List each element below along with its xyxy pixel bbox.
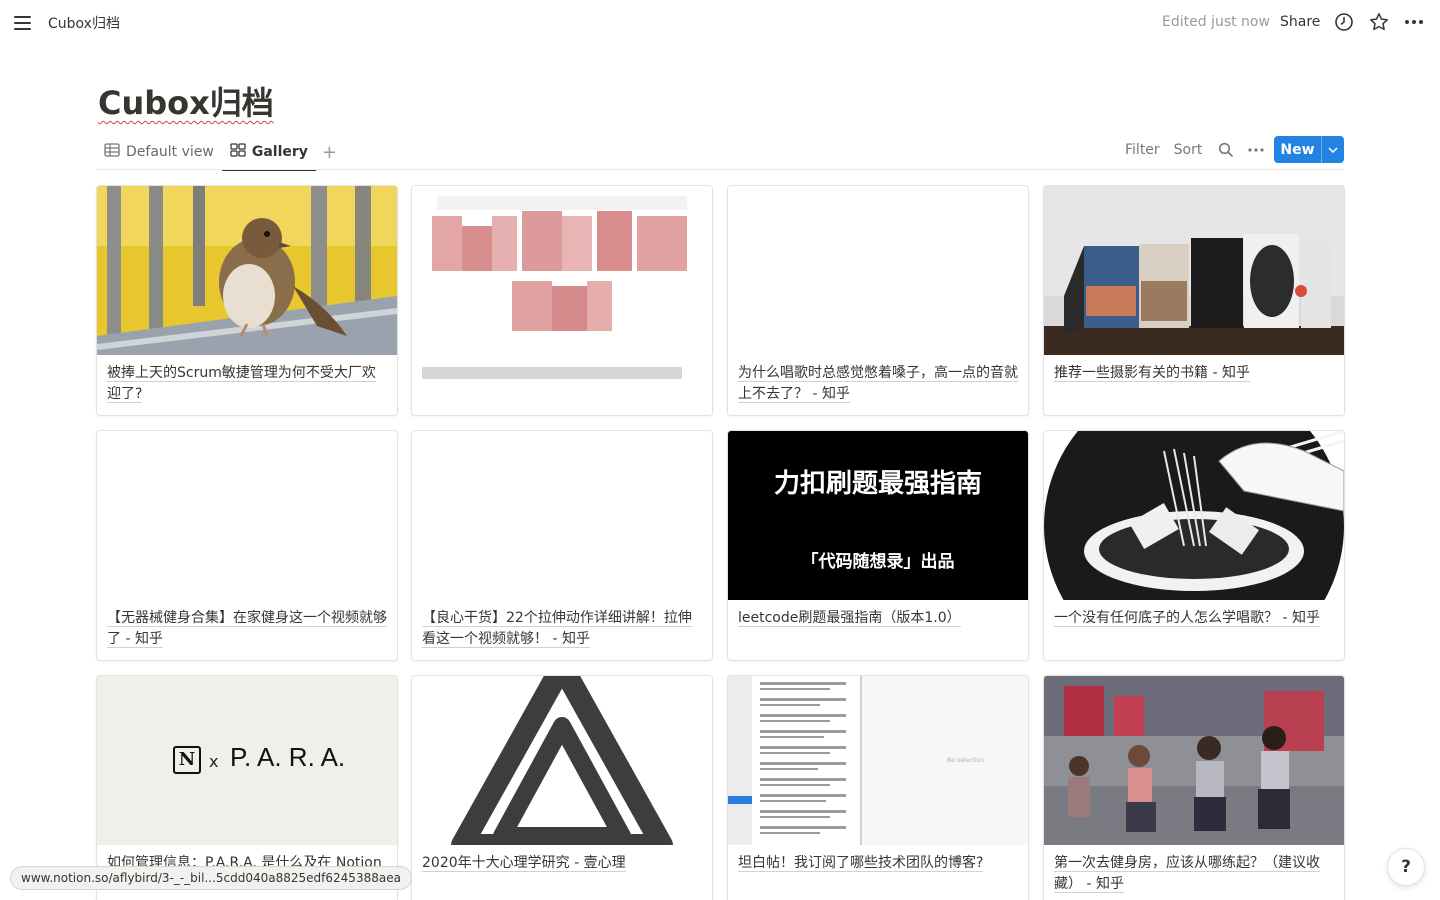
- history-clock-icon[interactable]: [1333, 11, 1355, 33]
- cover-para-text: P. A. R. A.: [230, 742, 346, 772]
- card-title: 一个没有任何底子的人怎么学唱歌？ - 知乎: [1054, 610, 1320, 627]
- gallery-card[interactable]: [411, 185, 713, 416]
- card-title: 【无器械健身合集】在家健身这一个视频就够了 - 知乎: [107, 610, 387, 648]
- gallery-card[interactable]: 为什么唱歌时总感觉憋着嗓子，高一点的音就上不去了？ - 知乎: [727, 185, 1029, 416]
- card-cover-blank: [412, 431, 712, 600]
- card-cover-image: 力扣刷题最强指南 「代码随想录」出品: [728, 431, 1028, 600]
- card-title: 坦白帖！我订阅了哪些技术团队的博客?: [738, 855, 984, 872]
- card-title: 【良心干货】22个拉伸动作详细讲解！拉伸看这一个视频就够！ - 知乎: [422, 610, 692, 648]
- card-title: 推荐一些摄影有关的书籍 - 知乎: [1054, 365, 1250, 382]
- card-cover-blank: [97, 431, 397, 600]
- add-view-button[interactable]: +: [322, 142, 337, 163]
- link-preview-url: www.notion.so/aflybird/3-_-_bil...5cdd04…: [10, 866, 412, 890]
- blurred-title-placeholder: [422, 367, 682, 379]
- card-cover-image: N x P. A. R. A.: [97, 676, 397, 845]
- favorite-star-icon[interactable]: [1368, 11, 1390, 33]
- gallery-card[interactable]: 力扣刷题最强指南 「代码随想录」出品 leetcode刷题最强指南（版本1.0）: [727, 430, 1029, 661]
- search-icon[interactable]: [1216, 140, 1236, 160]
- notion-logo-icon: N: [173, 746, 201, 774]
- gallery-card[interactable]: 推荐一些摄影有关的书籍 - 知乎: [1043, 185, 1345, 416]
- card-cover-image: [1044, 186, 1344, 355]
- gallery-card[interactable]: 被捧上天的Scrum敏捷管理为何不受大厂欢迎了?: [96, 185, 398, 416]
- card-cover-image: [97, 186, 397, 355]
- tab-gallery-label: Gallery: [251, 144, 308, 160]
- cover-no-selection-text: No selection: [947, 757, 985, 764]
- edited-status: Edited just now: [1162, 14, 1270, 30]
- new-button-label: New: [1280, 141, 1315, 158]
- cover-heading: 力扣刷题最强指南: [773, 469, 982, 499]
- card-cover-image: [412, 676, 712, 845]
- tab-gallery[interactable]: Gallery: [221, 134, 316, 171]
- card-title: [422, 363, 704, 379]
- gallery-card[interactable]: 【无器械健身合集】在家健身这一个视频就够了 - 知乎: [96, 430, 398, 661]
- view-tabs: Default view Gallery +: [96, 134, 337, 171]
- page-title[interactable]: Cubox归档: [98, 78, 274, 124]
- chevron-down-icon[interactable]: [1321, 136, 1344, 163]
- gallery-card[interactable]: No selection 坦白帖！我订阅了哪些技术团队的博客?: [727, 675, 1029, 900]
- table-icon: [104, 143, 120, 161]
- cover-times-sign: x: [209, 752, 219, 771]
- card-cover-blank: [728, 186, 1028, 355]
- gallery-icon: [230, 143, 246, 161]
- top-bar: Cubox归档 Edited just now Share: [0, 0, 1440, 45]
- gallery-card[interactable]: 第一次去健身房，应该从哪练起？（建议收藏） - 知乎: [1043, 675, 1345, 900]
- more-options-icon[interactable]: [1403, 11, 1425, 33]
- card-title: 第一次去健身房，应该从哪练起？（建议收藏） - 知乎: [1054, 855, 1320, 893]
- card-title: 被捧上天的Scrum敏捷管理为何不受大厂欢迎了?: [107, 365, 376, 403]
- card-cover-image: [1044, 431, 1344, 600]
- card-cover-image: [1044, 676, 1344, 845]
- sort-button[interactable]: Sort: [1174, 142, 1203, 158]
- gallery-card[interactable]: 【良心干货】22个拉伸动作详细讲解！拉伸看这一个视频就够！ - 知乎: [411, 430, 713, 661]
- card-cover-image: [412, 186, 712, 355]
- gallery-card[interactable]: 一个没有任何底子的人怎么学唱歌？ - 知乎: [1043, 430, 1345, 661]
- sidebar-menu-icon[interactable]: [14, 12, 36, 34]
- tab-default-view[interactable]: Default view: [96, 134, 222, 170]
- new-button[interactable]: New: [1274, 136, 1344, 163]
- breadcrumb[interactable]: Cubox归档: [48, 13, 120, 33]
- card-title: 为什么唱歌时总感觉憋着嗓子，高一点的音就上不去了？ - 知乎: [738, 365, 1018, 403]
- cover-subheading: 「代码随想录」出品: [801, 552, 955, 572]
- database-toolbar: Filter Sort: [1125, 136, 1276, 164]
- view-more-icon[interactable]: [1246, 140, 1266, 160]
- help-button[interactable]: ?: [1387, 848, 1425, 886]
- tab-default-view-label: Default view: [126, 144, 214, 160]
- gallery-card[interactable]: 2020年十大心理学研究 - 壹心理: [411, 675, 713, 900]
- share-button[interactable]: Share: [1280, 14, 1320, 30]
- card-title: leetcode刷题最强指南（版本1.0）: [738, 610, 961, 627]
- card-title: 2020年十大心理学研究 - 壹心理: [422, 855, 626, 872]
- views-divider: [96, 169, 1344, 170]
- card-cover-image: No selection: [728, 676, 1028, 845]
- filter-button[interactable]: Filter: [1125, 142, 1160, 158]
